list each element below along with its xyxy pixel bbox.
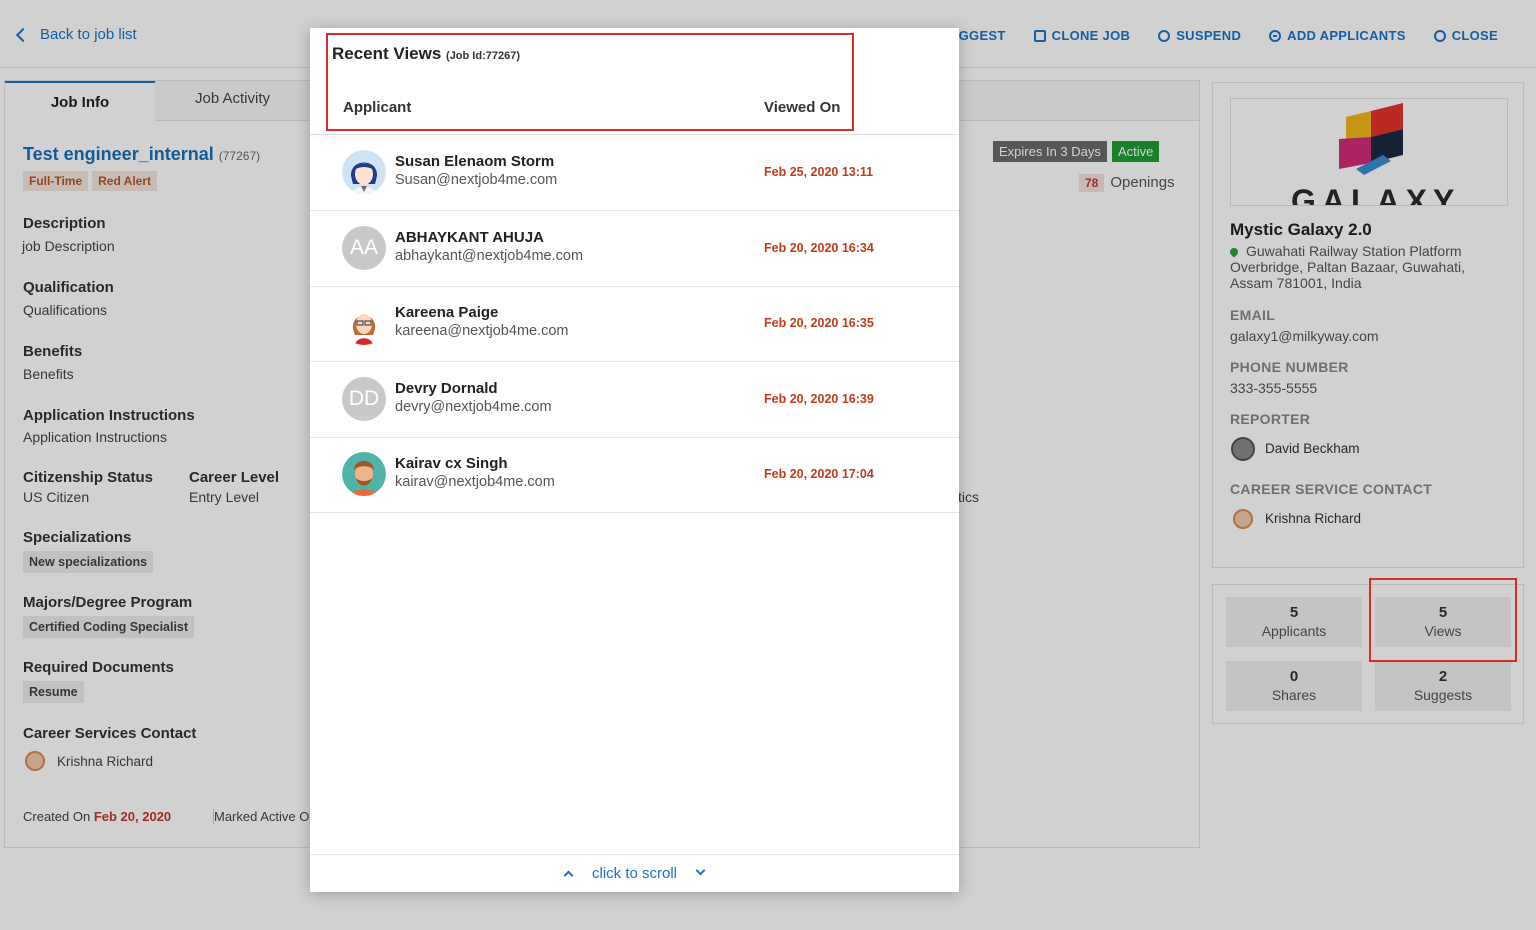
click-to-scroll[interactable]: click to scroll [592,865,677,882]
avatar: AA [342,226,386,270]
viewed-on-date: Feb 20, 2020 16:39 [764,392,874,406]
applicant-email: kareena@nextjob4me.com [395,323,569,339]
viewed-on-date: Feb 25, 2020 13:11 [764,165,874,179]
avatar [342,301,386,345]
applicant-name[interactable]: ABHAYKANT AHUJA [395,229,544,246]
applicant-email: kairav@nextjob4me.com [395,474,555,490]
table-row[interactable]: Kairav cx Singh kairav@nextjob4me.com Fe… [310,437,959,513]
table-row[interactable]: Susan Elenaom Storm Susan@nextjob4me.com… [310,135,959,211]
applicant-email: devry@nextjob4me.com [395,399,552,415]
female-avatar-icon [342,301,386,345]
applicant-name[interactable]: Kairav cx Singh [395,455,508,472]
male-avatar-icon [342,452,386,496]
avatar: DD [342,377,386,421]
viewed-on-date: Feb 20, 2020 17:04 [764,467,874,481]
applicant-name[interactable]: Susan Elenaom Storm [395,153,554,170]
table-row[interactable]: Kareena Paige kareena@nextjob4me.com Feb… [310,286,959,362]
scroll-footer: click to scroll [310,854,959,892]
views-highlight [1369,578,1517,662]
applicant-name[interactable]: Devry Dornald [395,380,498,397]
applicant-email: abhaykant@nextjob4me.com [395,248,584,264]
applicant-name[interactable]: Kareena Paige [395,304,498,321]
viewed-on-date: Feb 20, 2020 16:34 [764,241,874,255]
avatar [342,452,386,496]
chevron-up-icon[interactable] [563,870,573,881]
female-avatar-icon [342,150,386,194]
viewed-on-date: Feb 20, 2020 16:35 [764,316,874,330]
table-row[interactable]: AA ABHAYKANT AHUJA abhaykant@nextjob4me.… [310,211,959,287]
header-highlight [326,33,854,131]
chevron-down-icon[interactable] [696,865,706,876]
recent-views-modal: Recent Views (Job Id:77267) Applicant Vi… [310,28,959,892]
table-row[interactable]: DD Devry Dornald devry@nextjob4me.com Fe… [310,362,959,438]
applicant-email: Susan@nextjob4me.com [395,172,558,188]
avatar [342,150,386,194]
